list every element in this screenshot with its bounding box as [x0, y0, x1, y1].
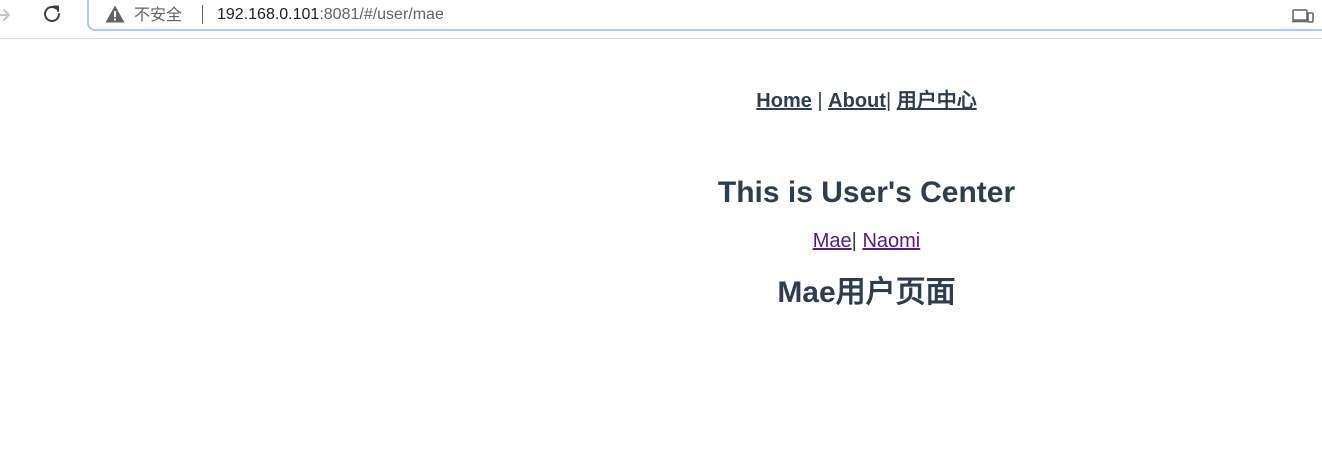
app-root: Home | About| 用户中心 This is User's Center…	[411, 39, 1322, 311]
user-link-mae[interactable]: Mae	[813, 230, 852, 252]
nav-user-center-link[interactable]: 用户中心	[897, 90, 977, 112]
warning-icon[interactable]	[105, 5, 125, 23]
security-label[interactable]: 不安全	[134, 5, 182, 25]
reload-icon[interactable]	[40, 2, 64, 26]
user-nav: Mae| Naomi	[411, 229, 1322, 253]
forward-arrow-icon[interactable]	[0, 5, 14, 25]
user-nav-separator: |	[851, 230, 863, 252]
url-path: :8081/#/user/mae	[319, 6, 444, 23]
browser-toolbar: 不安全 192.168.0.101:8081/#/user/mae	[0, 0, 1322, 39]
user-page-title: Mae用户页面	[777, 276, 956, 309]
cast-device-icon[interactable]	[1292, 8, 1314, 24]
nav-home-link[interactable]: Home	[756, 90, 812, 112]
nav-about-link[interactable]: About	[828, 90, 886, 112]
nav-separator: |	[885, 90, 897, 112]
nav-separator: |	[811, 90, 829, 112]
page-title: This is User's Center	[717, 176, 1016, 209]
url-text[interactable]: 192.168.0.101:8081/#/user/mae	[217, 5, 444, 25]
url-divider	[202, 5, 203, 24]
address-bar[interactable]: 不安全 192.168.0.101:8081/#/user/mae	[87, 0, 1322, 31]
main-nav: Home | About| 用户中心	[411, 89, 1322, 113]
user-link-naomi[interactable]: Naomi	[862, 230, 920, 252]
url-host: 192.168.0.101	[217, 6, 320, 23]
